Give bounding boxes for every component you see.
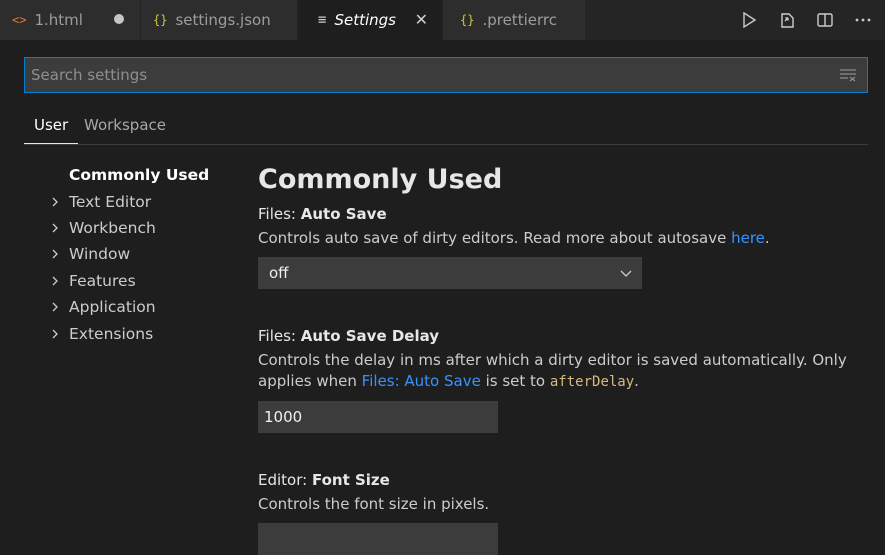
- setting-name: Auto Save: [300, 205, 387, 223]
- auto-save-select[interactable]: off: [258, 257, 642, 289]
- settings-scope-tabs: User Workspace: [24, 110, 868, 145]
- tab-1-html[interactable]: <> 1.html: [0, 0, 140, 40]
- chevron-right-icon: [50, 248, 69, 260]
- run-icon[interactable]: [737, 8, 761, 32]
- toc-item-text-editor[interactable]: Text Editor: [50, 188, 250, 214]
- select-value: off: [269, 264, 289, 282]
- desc-text: is set to: [480, 372, 550, 390]
- settings-toc: Commonly Used Text Editor Workbench Wind…: [50, 162, 250, 347]
- setting-title: Files: Auto Save: [258, 205, 858, 223]
- setting-description: Controls auto save of dirty editors. Rea…: [258, 228, 858, 249]
- tab-label: settings.json: [175, 11, 271, 29]
- chevron-right-icon: [50, 222, 69, 234]
- tab-prettierrc[interactable]: {} .prettierrc: [443, 0, 585, 40]
- editor-actions: [737, 8, 875, 32]
- toc-item-commonly-used[interactable]: Commonly Used: [50, 162, 250, 188]
- tab-settings[interactable]: ≡ Settings ✕: [298, 0, 442, 40]
- chevron-right-icon: [50, 301, 69, 313]
- chevron-right-icon: [50, 196, 69, 208]
- editor-tab-bar: <> 1.html {} settings.json ≡ Settings ✕ …: [0, 0, 885, 40]
- setting-title: Editor: Font Size: [258, 471, 858, 489]
- open-settings-json-icon[interactable]: [775, 8, 799, 32]
- autosave-docs-link[interactable]: here: [731, 229, 765, 247]
- auto-save-setting-link[interactable]: Files: Auto Save: [362, 372, 481, 390]
- toc-label: Text Editor: [69, 192, 152, 211]
- chevron-right-icon: [50, 275, 69, 287]
- setting-category: Files:: [258, 205, 301, 223]
- setting-title: Files: Auto Save Delay: [258, 327, 858, 345]
- settings-list: Commonly Used Files: Auto Save Controls …: [258, 160, 858, 555]
- settings-editor-icon: ≡: [318, 12, 327, 28]
- toc-label: Workbench: [69, 218, 156, 237]
- setting-files-auto-save: Files: Auto Save Controls auto save of d…: [258, 205, 858, 289]
- setting-description: Controls the font size in pixels.: [258, 495, 490, 513]
- toc-item-features[interactable]: Features: [50, 268, 250, 294]
- unsaved-dot-icon[interactable]: [114, 14, 124, 24]
- clear-filter-icon[interactable]: [833, 60, 863, 90]
- setting-name: Auto Save Delay: [300, 327, 440, 345]
- desc-text: .: [764, 229, 770, 247]
- toc-label: Features: [69, 271, 136, 290]
- tab-label: .prettierrc: [482, 11, 557, 29]
- more-actions-icon[interactable]: [851, 8, 875, 32]
- toc-item-workbench[interactable]: Workbench: [50, 215, 250, 241]
- font-size-input[interactable]: [258, 523, 498, 555]
- toc-item-window[interactable]: Window: [50, 241, 250, 267]
- chevron-down-icon: [618, 265, 634, 285]
- json-file-icon: {}: [153, 13, 168, 27]
- search-input[interactable]: [25, 65, 833, 85]
- close-icon[interactable]: ✕: [415, 10, 428, 29]
- tab-settings-json[interactable]: {} settings.json: [141, 0, 297, 40]
- tab-label: Settings: [334, 11, 396, 29]
- json-file-icon: {}: [460, 13, 475, 27]
- auto-save-delay-input[interactable]: 1000: [258, 401, 498, 433]
- tab-user[interactable]: User: [24, 116, 79, 144]
- toc-label: Window: [69, 245, 131, 264]
- setting-category: Files:: [258, 327, 301, 345]
- toc-item-extensions[interactable]: Extensions: [50, 320, 250, 346]
- toc-label: Extensions: [69, 324, 154, 343]
- code-value: afterDelay: [549, 374, 635, 390]
- search-settings-box: [24, 57, 868, 93]
- desc-text: .: [634, 372, 639, 390]
- toc-label: Application: [69, 298, 156, 317]
- tab-workspace[interactable]: Workspace: [74, 116, 176, 144]
- setting-category: Editor:: [258, 471, 312, 489]
- setting-name: Font Size: [311, 471, 390, 489]
- section-title: Commonly Used: [258, 164, 503, 195]
- setting-editor-font-size: Editor: Font Size Controls the font size…: [258, 471, 858, 555]
- split-editor-icon[interactable]: [813, 8, 837, 32]
- html-file-icon: <>: [12, 13, 27, 27]
- setting-description: Controls the delay in ms after which a d…: [258, 350, 858, 393]
- toc-item-application[interactable]: Application: [50, 294, 250, 320]
- desc-text: Controls auto save of dirty editors. Rea…: [258, 229, 732, 247]
- tab-label: 1.html: [34, 11, 83, 29]
- chevron-right-icon: [50, 328, 69, 340]
- setting-files-auto-save-delay: Files: Auto Save Delay Controls the dela…: [258, 327, 858, 433]
